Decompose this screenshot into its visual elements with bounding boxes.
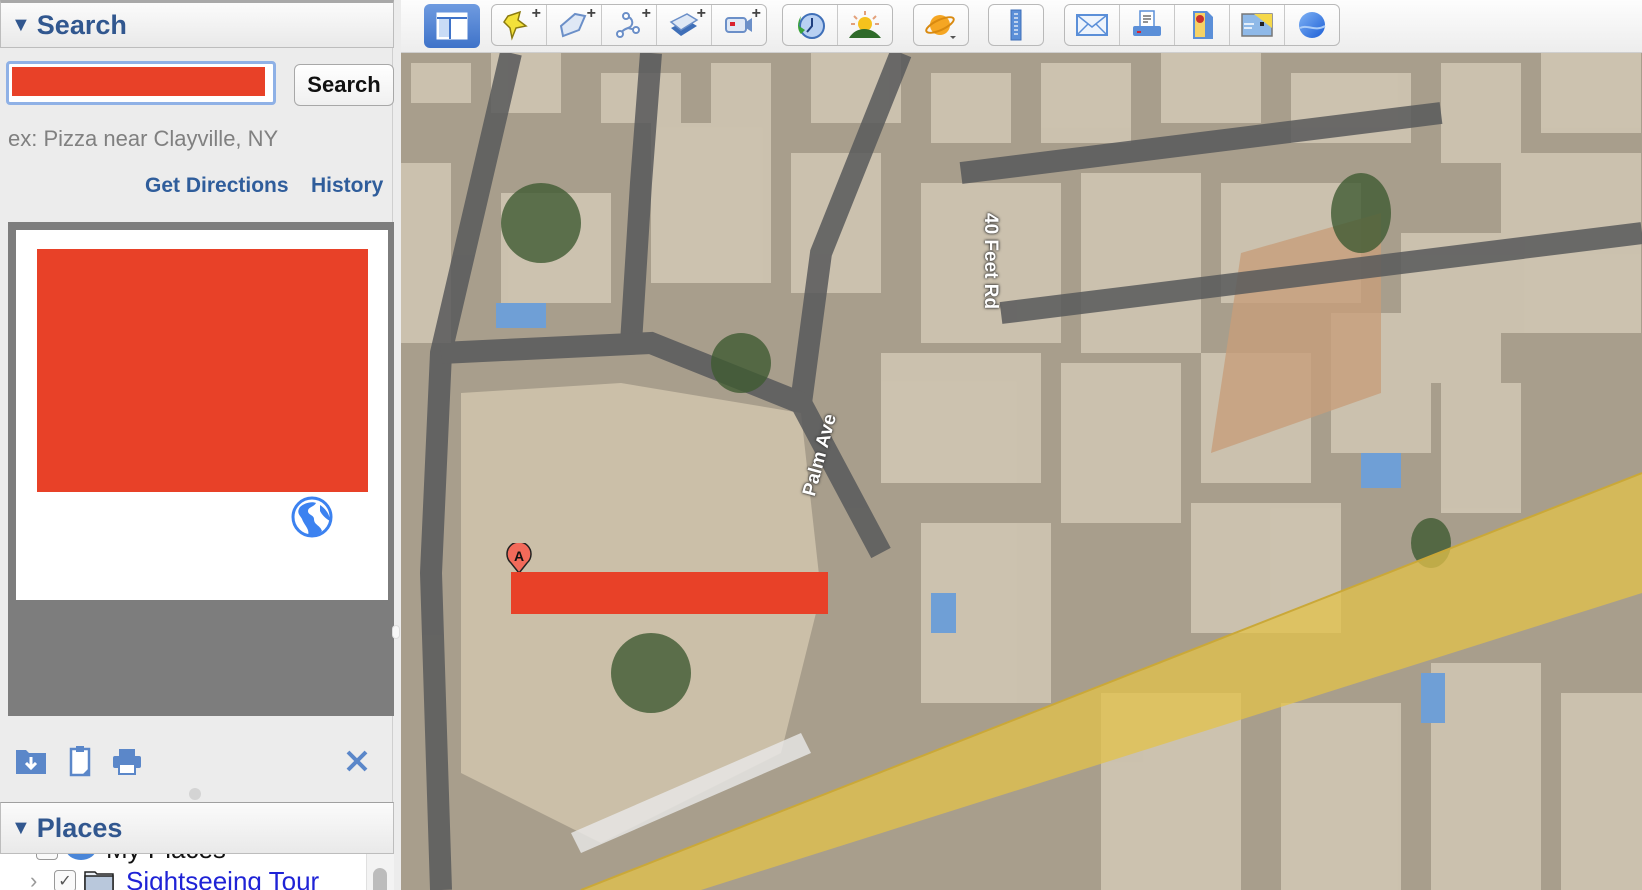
search-panel-header[interactable]: ▼ Search [0,0,394,48]
road-label-40-feet-rd: 40 Feet Rd [980,213,1001,310]
chevron-right-icon[interactable]: › [30,868,54,890]
search-hint: ex: Pizza near Clayville, NY [8,126,279,151]
search-input[interactable] [6,61,276,105]
toolbar: + + + + + [401,0,1642,53]
planet-group [913,4,969,46]
clipboard-icon[interactable] [64,744,98,778]
search-panel-title: Search [36,9,127,40]
ruler-group [988,4,1044,46]
switch-planet-button[interactable] [914,5,968,45]
close-icon[interactable] [340,744,374,778]
collapse-triangle-icon[interactable]: ▼ [11,817,31,840]
historical-imagery-button[interactable] [783,5,838,45]
clock-icon [798,13,825,39]
save-image-button[interactable] [1230,5,1285,45]
envelope-icon [1076,14,1108,36]
printer-icon[interactable] [110,744,144,778]
add-placemark-button[interactable]: + [492,5,547,45]
planet-icon [925,15,956,39]
add-polygon-button[interactable]: + [547,5,602,45]
globe-folder-icon [66,854,96,860]
sun-icon [849,11,881,38]
ruler-button[interactable] [989,5,1043,45]
tree-item-label: My Places [106,854,226,865]
search-panel-tools [0,744,394,782]
checkbox[interactable]: ✓ [54,870,76,890]
map-image-icon [1241,13,1273,37]
search-result-card[interactable] [16,230,388,600]
share-tools-group [1064,4,1340,46]
sidebar: ▼ Search Search ex: Pizza near Clayville… [0,0,394,890]
search-results-frame [8,222,394,716]
redacted-result-content [37,249,368,492]
tree-item-label: Sightseeing Tour [126,865,320,890]
sidebar-resize-handle[interactable] [392,625,400,639]
printer-icon [1133,10,1161,36]
scrollbar-thumb[interactable] [373,868,387,890]
redacted-search-text [12,67,265,96]
sidebar-icon [436,12,468,40]
tree-item-sightseeing-tour[interactable]: › ✓ Sightseeing Tour [30,864,319,890]
checkbox[interactable]: ✓ [36,854,58,860]
redacted-placemark-label [511,572,828,614]
email-button[interactable] [1065,5,1120,45]
places-panel-title: Places [36,812,123,843]
sunlight-button[interactable] [838,5,892,45]
add-image-overlay-button[interactable]: + [657,5,712,45]
collapse-triangle-icon[interactable]: ▼ [11,14,31,37]
search-button[interactable]: Search [294,64,394,106]
panel-splitter-handle[interactable] [189,788,201,800]
sidebar-toggle-button[interactable] [424,4,480,48]
earth-icon [1299,12,1326,38]
folder-icon [84,871,114,890]
add-path-button[interactable]: + [602,5,657,45]
get-directions-link[interactable]: Get Directions [145,174,289,198]
folder-download-icon[interactable] [14,744,48,778]
add-tools-group: + + + + + [491,4,767,46]
maps-icon [1193,11,1213,39]
record-tour-button[interactable]: + [712,5,766,45]
map-view[interactable]: 40 Feet Rd Palm Ave [401,53,1642,890]
history-link[interactable]: History [311,174,383,198]
placemark-a-icon[interactable]: A [505,543,533,575]
places-panel-header[interactable]: ▼ Places [0,802,394,854]
ruler-icon [1010,9,1022,41]
view-tools-group [782,4,893,46]
globe-icon[interactable] [290,495,334,539]
satellite-imagery [401,53,1642,890]
google-earth-web-button[interactable] [1285,5,1339,45]
places-scrollbar[interactable] [366,854,394,890]
placemark-letter: A [514,548,524,564]
places-tree: ✓ My Places › ✓ Sightseeing Tour [0,854,394,890]
view-in-google-maps-button[interactable] [1175,5,1230,45]
print-button[interactable] [1120,5,1175,45]
